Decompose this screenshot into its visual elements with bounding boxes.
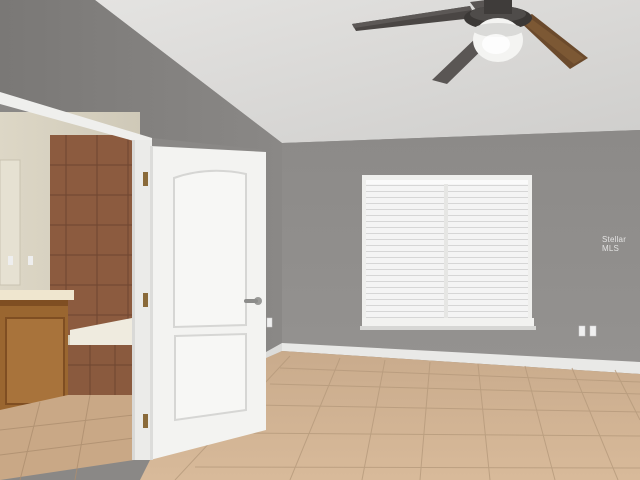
room-illustration [0,0,640,480]
bathroom-view [0,112,140,480]
watermark-text: Stellar MLS [602,235,627,253]
room-photo: Stellar MLS [0,0,640,480]
window [360,175,536,330]
